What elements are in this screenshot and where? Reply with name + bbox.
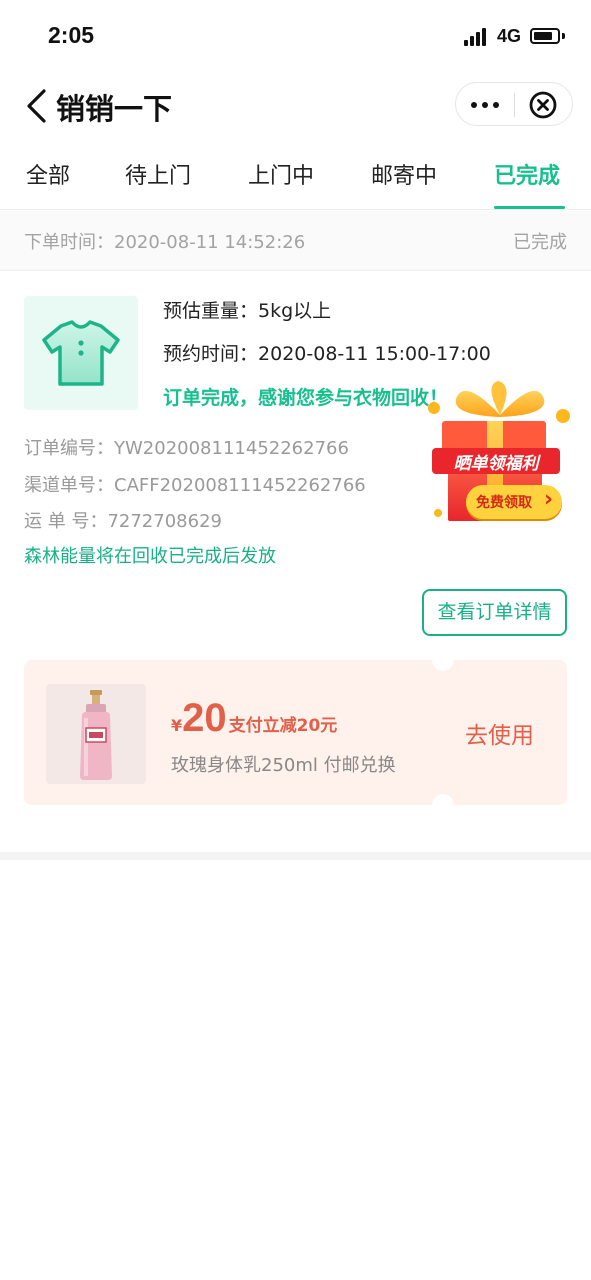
coupon-amount: ¥20 支付立减20元 [171,696,337,741]
battery-tip [562,33,565,39]
order-time: 下单时间：2020-08-11 14:52:26 [24,228,305,254]
completion-message: 订单完成，感谢您参与衣物回收！ [163,387,449,409]
order-number-label: 订单编号： [24,438,114,459]
weight-value: 5kg以上 [258,300,332,322]
tab-completed[interactable]: 已完成 [494,158,560,190]
coupon-subtitle: 玫瑰身体乳250ml 付邮兑换 [171,755,396,776]
order-time-label: 下单时间： [24,232,114,253]
status-bar: 2:05 4G [0,0,591,72]
tab-pickup-in-progress[interactable]: 上门中 [248,158,314,190]
network-label: 4G [497,26,522,46]
battery-icon [530,28,560,44]
more-icon[interactable] [456,83,514,125]
active-tab-indicator [494,206,565,209]
share-order-gift-promo[interactable]: 晒单领福利 免费领取 › [424,375,576,535]
coupon-currency: ¥ [171,716,183,735]
chevron-right-icon: › [544,487,554,512]
tab-all[interactable]: 全部 [26,158,70,190]
order-status: 已完成 [513,232,567,253]
channel-number-label: 渠道单号： [24,475,114,496]
back-icon[interactable] [24,88,52,124]
order-time-value: 2020-08-11 14:52:26 [114,232,306,253]
channel-number-line: 渠道单号：CAFF202008111452262766 [24,471,366,497]
waybill-label: 运 单 号： [24,511,108,532]
mini-program-capsule [455,82,573,126]
coupon-value: 20 [182,696,227,740]
order-number-line: 订单编号：YW202008111452262766 [24,434,349,460]
use-coupon-button[interactable]: 去使用 [465,716,534,750]
section-divider [0,852,591,860]
free-claim-label: 免费领取 [476,495,532,511]
tab-pending-pickup[interactable]: 待上门 [125,158,191,190]
weight-label: 预估重量： [163,300,259,322]
signal-icon [464,28,492,46]
capsule-divider [514,93,515,117]
nav-bar: 销销一下 [0,72,591,138]
order-tabs: 全部 待上门 上门中 邮寄中 已完成 [0,150,591,210]
lotion-product-image [46,684,146,784]
order-number-value: YW202008111452262766 [114,438,349,459]
waybill-line: 运 单 号：7272708629 [24,507,222,533]
appointment-value: 2020-08-11 15:00-17:00 [258,343,491,365]
lotion-bottle-icon [80,690,112,780]
coupon-card[interactable]: ¥20 支付立减20元 玫瑰身体乳250ml 付邮兑换 去使用 [24,649,567,816]
appointment-label: 预约时间： [163,343,259,365]
free-claim-button[interactable]: 免费领取 › [466,485,562,519]
clothing-thumbnail [24,296,138,410]
energy-note: 森林能量将在回收已完成后发放 [24,546,276,567]
appointment-line: 预约时间：2020-08-11 15:00-17:00 [163,339,491,366]
order-header: 下单时间：2020-08-11 14:52:26 已完成 [0,211,591,271]
tshirt-icon [42,320,120,386]
status-time: 2:05 [48,22,95,48]
gift-title: 晒单领福利 [453,454,539,474]
channel-number-value: CAFF202008111452262766 [114,475,366,496]
tab-shipping[interactable]: 邮寄中 [371,158,437,190]
page-title: 销销一下 [56,92,173,126]
weight-line: 预估重量：5kg以上 [163,296,331,323]
view-order-details-button[interactable]: 查看订单详情 [422,589,567,636]
close-icon[interactable] [528,90,558,120]
coupon-desc: 支付立减20元 [228,716,338,736]
waybill-value: 7272708629 [107,511,222,532]
coupon-notch-bottom [432,794,454,816]
coupon-notch-top [432,649,454,671]
